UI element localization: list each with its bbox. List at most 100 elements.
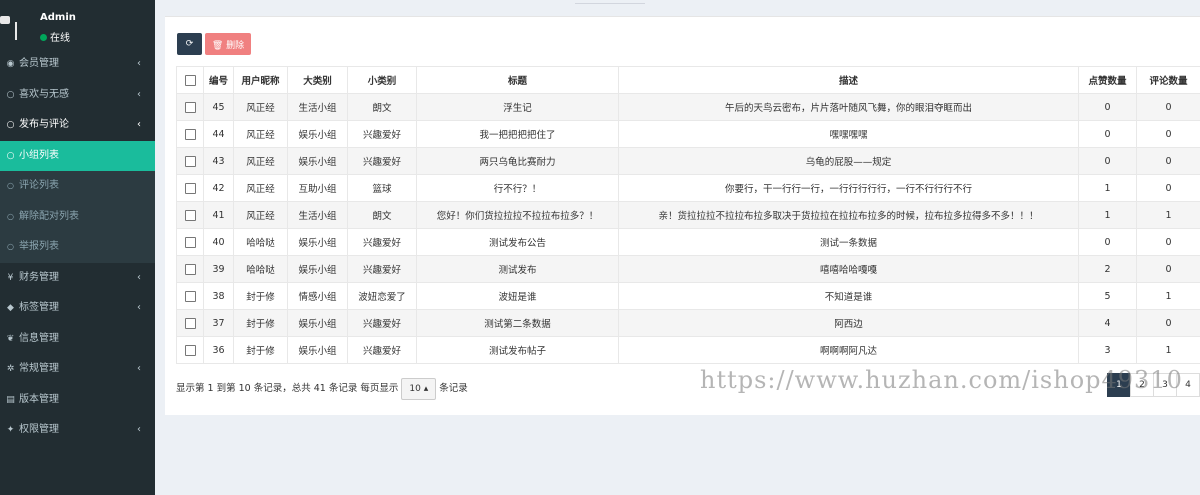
table-cell: 兴趣爱好 bbox=[347, 336, 417, 364]
table-cell: 波妞是谁 bbox=[416, 282, 619, 310]
sidebar-item-label: 举报列表 bbox=[19, 241, 59, 252]
table-cell: 生活小组 bbox=[287, 201, 348, 229]
table-cell: 娱乐小组 bbox=[287, 309, 348, 337]
column-header[interactable]: 用户昵称 bbox=[233, 66, 288, 94]
table-row[interactable]: 44 风正经 娱乐小组 兴趣爱好 我一把把把把住了 嘿嘿嘿嘿 0 0 bbox=[176, 120, 1200, 148]
table-cell: 生活小组 bbox=[287, 93, 348, 121]
table-cell: 篮球 bbox=[347, 174, 417, 202]
table-row[interactable]: 45 风正经 生活小组 朗文 浮生记 午后的天鸟云密布，片片落叶随风飞舞，你的眼泪夺眶而出… bbox=[176, 93, 1200, 121]
sidebar-item-8[interactable]: ◆ 标签管理 ‹ bbox=[0, 293, 155, 324]
sidebar-item-2[interactable]: ○ 发布与评论 ‹ bbox=[0, 110, 155, 141]
row-checkbox[interactable] bbox=[184, 263, 196, 275]
tags-icon: ◆ bbox=[7, 303, 14, 313]
table-row[interactable]: 43 风正经 娱乐小组 兴趣爱好 两只乌龟比赛耐力 乌龟的屁股——规定 0 0 bbox=[176, 147, 1200, 175]
circle-outline-icon: ○ bbox=[7, 242, 14, 251]
table-cell: 啊啊啊阿凡达 bbox=[618, 336, 1079, 364]
sidebar-item-12[interactable]: ✦ 权限管理 ‹ bbox=[0, 415, 155, 446]
row-checkbox[interactable] bbox=[184, 155, 196, 167]
table-cell: 0 bbox=[1136, 147, 1200, 175]
table-cell: 测试发布帖子 bbox=[416, 336, 619, 364]
table-cell: 测试发布公告 bbox=[416, 228, 619, 256]
table-cell: 1 bbox=[1078, 201, 1137, 229]
table-cell: 娱乐小组 bbox=[287, 228, 348, 256]
page-button-2[interactable]: 2 bbox=[1130, 373, 1154, 397]
row-checkbox[interactable] bbox=[184, 182, 196, 194]
table-row[interactable]: 38 封于修 情感小组 波妞恋爱了 波妞是谁 不知道是谁 5 1 bbox=[176, 282, 1200, 310]
column-header[interactable]: 评论数量 bbox=[1136, 66, 1200, 94]
sidebar-item-9[interactable]: ❦ 信息管理 bbox=[0, 324, 155, 355]
table-cell: 阿西边 bbox=[618, 309, 1079, 337]
table-cell: 0 bbox=[1078, 228, 1137, 256]
chevron-left-icon: ‹ bbox=[137, 424, 141, 435]
row-checkbox[interactable] bbox=[184, 290, 196, 302]
chevron-left-icon: ‹ bbox=[137, 271, 141, 283]
table-cell: 波妞恋爱了 bbox=[347, 282, 417, 310]
table-body: 45 风正经 生活小组 朗文 浮生记 午后的天鸟云密布，片片落叶随风飞舞，你的眼泪夺眶而出… bbox=[176, 93, 1200, 364]
table-header-row: 编号 用户昵称 大类别 小类别 标题 描述 点赞数量 评论数量 bbox=[176, 66, 1200, 94]
table-cell: 嘻嘻哈哈嘎嘎 bbox=[618, 255, 1079, 283]
select-all-checkbox[interactable] bbox=[184, 74, 196, 86]
sidebar-item-label: 评论列表 bbox=[19, 180, 59, 191]
summary-text: 显示第 1 到第 10 条记录，总共 41 条记录 每页显示 bbox=[176, 383, 399, 394]
sidebar-item-label: 发布与评论 bbox=[19, 119, 69, 130]
sidebar-item-label: 解除配对列表 bbox=[19, 210, 79, 222]
sidebar-item-11[interactable]: ▤ 版本管理 bbox=[0, 385, 155, 416]
row-checkbox[interactable] bbox=[184, 209, 196, 221]
pagination: 1234 bbox=[1107, 373, 1200, 397]
table-row[interactable]: 39 哈哈哒 娱乐小组 兴趣爱好 测试发布 嘻嘻哈哈嘎嘎 2 0 bbox=[176, 255, 1200, 283]
row-checkbox[interactable] bbox=[184, 236, 196, 248]
refresh-button[interactable]: ⟳ bbox=[177, 33, 202, 55]
sidebar-item-6[interactable]: ○ 举报列表 bbox=[0, 232, 155, 263]
page-size-select[interactable]: 10 ▴ bbox=[401, 378, 437, 400]
table-row[interactable]: 37 封于修 娱乐小组 兴趣爱好 测试第二条数据 阿西边 4 0 bbox=[176, 309, 1200, 337]
column-header[interactable]: 标题 bbox=[416, 66, 619, 94]
row-checkbox[interactable] bbox=[184, 344, 196, 356]
column-header[interactable]: 小类别 bbox=[347, 66, 417, 94]
table-row[interactable]: 40 哈哈哒 娱乐小组 兴趣爱好 测试发布公告 测试一条数据 0 0 bbox=[176, 228, 1200, 256]
yen-icon: ¥ bbox=[7, 272, 14, 283]
table-row[interactable]: 41 风正经 生活小组 朗文 您好！你们货拉拉拉不拉拉布拉多？！ 亲！货拉拉拉不拉拉布拉多… bbox=[176, 201, 1200, 229]
table-row[interactable]: 36 封于修 娱乐小组 兴趣爱好 测试发布帖子 啊啊啊阿凡达 3 1 bbox=[176, 336, 1200, 364]
table-cell: 1 bbox=[1136, 201, 1200, 229]
circle-icon: ○ bbox=[6, 89, 15, 100]
table-cell: 风正经 bbox=[233, 120, 288, 148]
table-row[interactable]: 42 风正经 互助小组 篮球 行不行？！ 你要行，干一行行一行，一行行行行行，一行不行行行… bbox=[176, 174, 1200, 202]
sidebar-item-0[interactable]: ◉ 会员管理 ‹ bbox=[0, 49, 155, 80]
chevron-left-icon: ‹ bbox=[137, 58, 141, 69]
table-cell: 44 bbox=[203, 120, 234, 148]
table-cell: 乌龟的屁股——规定 bbox=[618, 147, 1079, 175]
sidebar-item-1[interactable]: ○ 喜欢与无感 ‹ bbox=[0, 80, 155, 111]
column-header[interactable]: 编号 bbox=[203, 66, 234, 94]
circle-outline-icon: ○ bbox=[6, 150, 15, 161]
sidebar-menu: ◉ 会员管理 ‹ ○ 喜欢与无感 ‹ ○ 发布与评论 ‹ ○ 小组列表 ○ 评论列表 ○ 解除配对列表 ○ 举报… bbox=[0, 49, 155, 446]
sidebar-item-3[interactable]: ○ 小组列表 bbox=[0, 140, 155, 171]
table-cell: 封于修 bbox=[233, 309, 288, 337]
table-cell: 风正经 bbox=[233, 93, 288, 121]
table-cell: 39 bbox=[203, 255, 234, 283]
sidebar-item-5[interactable]: ○ 解除配对列表 bbox=[0, 201, 155, 232]
column-header[interactable]: 描述 bbox=[618, 66, 1079, 94]
page-button-3[interactable]: 3 bbox=[1153, 373, 1177, 397]
table-cell: 兴趣爱好 bbox=[347, 255, 417, 283]
page-button-1[interactable]: 1 bbox=[1107, 373, 1131, 397]
column-header[interactable]: 点赞数量 bbox=[1078, 66, 1137, 94]
sidebar-item-7[interactable]: ¥ 财务管理 ‹ bbox=[0, 263, 155, 294]
table-cell: 3 bbox=[1078, 336, 1137, 364]
sidebar-item-10[interactable]: ✲ 常规管理 ‹ bbox=[0, 354, 155, 385]
sidebar-item-label: 常规管理 bbox=[19, 363, 59, 374]
row-checkbox[interactable] bbox=[184, 317, 196, 329]
file-icon: ▤ bbox=[6, 394, 15, 405]
circle-outline-icon: ○ bbox=[7, 211, 14, 221]
circle-icon: ○ bbox=[6, 120, 15, 130]
row-checkbox[interactable] bbox=[184, 128, 196, 140]
delete-button[interactable]: 🗑 删除 bbox=[205, 33, 251, 55]
online-dot-icon bbox=[40, 34, 47, 41]
table-cell: 封于修 bbox=[233, 282, 288, 310]
sidebar-item-label: 喜欢与无感 bbox=[19, 88, 69, 100]
sidebar-item-4[interactable]: ○ 评论列表 bbox=[0, 171, 155, 202]
column-header[interactable]: 大类别 bbox=[287, 66, 348, 94]
row-checkbox[interactable] bbox=[184, 101, 196, 113]
page-button-4[interactable]: 4 bbox=[1176, 373, 1200, 397]
table-cell: 哈哈哒 bbox=[233, 228, 288, 256]
avatar[interactable] bbox=[0, 10, 24, 44]
